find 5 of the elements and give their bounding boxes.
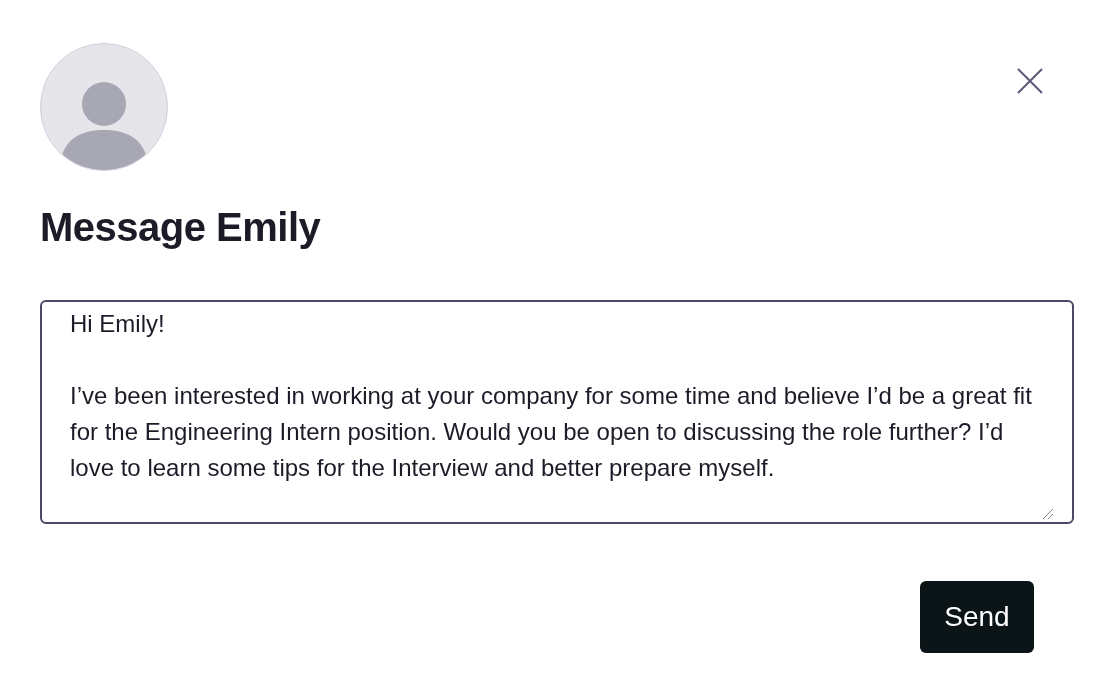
dialog-title: Message Emily: [40, 204, 322, 251]
close-icon: [1017, 68, 1043, 94]
send-button[interactable]: Send: [920, 581, 1034, 653]
resize-handle-icon[interactable]: [1042, 508, 1054, 520]
message-input-field[interactable]: Hi Emily! I’ve been interested in working at your company for some time and believe I’d be a great fit for the Engineering Intern position. Would you be open to discussing the role further? I’d love to learn some tips for the Interview and better prepare myself.: [40, 300, 1074, 524]
